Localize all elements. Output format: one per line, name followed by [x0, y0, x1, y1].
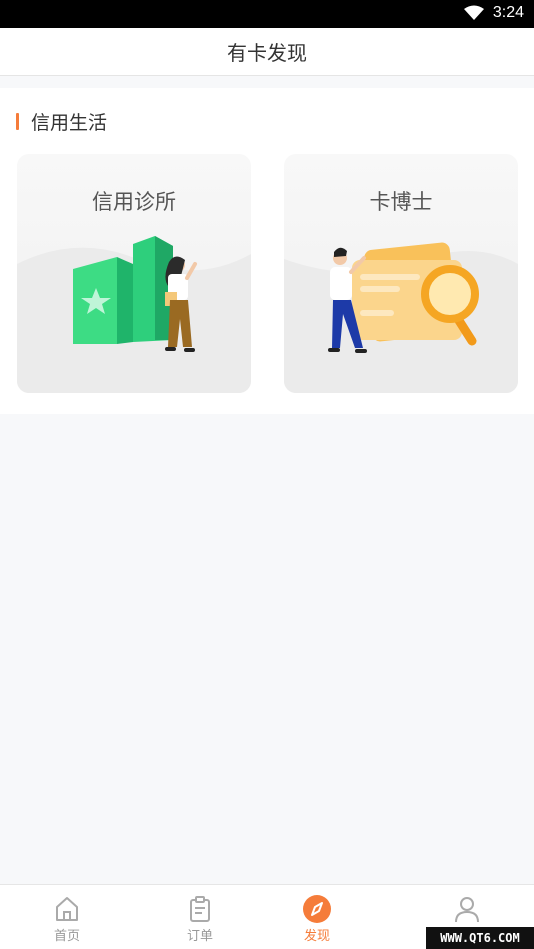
nav-label: 发现 [303, 929, 330, 944]
card-doctor-card[interactable]: 卡博士 [284, 154, 518, 393]
nav-label: 订单 [186, 929, 213, 944]
nav-profile[interactable] [427, 895, 507, 925]
nav-discover[interactable]: 发现 [277, 895, 357, 944]
home-icon [56, 897, 78, 921]
nav-home[interactable]: 首页 [27, 895, 107, 944]
credit-life-section: 信用生活 信用诊所 卡博士 [0, 88, 534, 414]
status-time: 3:24 [492, 4, 524, 21]
clipboard-icon [190, 896, 210, 922]
wifi-icon [464, 5, 484, 25]
nav-label: 首页 [53, 929, 80, 944]
section-heading: 信用生活 [16, 108, 107, 135]
compass-icon [303, 895, 331, 923]
watermark: WWW.QT6.COM [426, 927, 534, 949]
status-bar: 3:24 [0, 0, 534, 28]
nav-orders[interactable]: 订单 [160, 895, 240, 944]
user-icon [455, 897, 479, 923]
section-accent-bar [16, 113, 19, 130]
credit-clinic-card[interactable]: 信用诊所 [17, 154, 251, 393]
card-title: 信用诊所 [92, 190, 176, 214]
card-title: 卡博士 [369, 190, 433, 214]
page-title: 有卡发现 [227, 41, 307, 65]
page-header: 有卡发现 [0, 28, 534, 76]
section-title: 信用生活 [31, 112, 108, 134]
